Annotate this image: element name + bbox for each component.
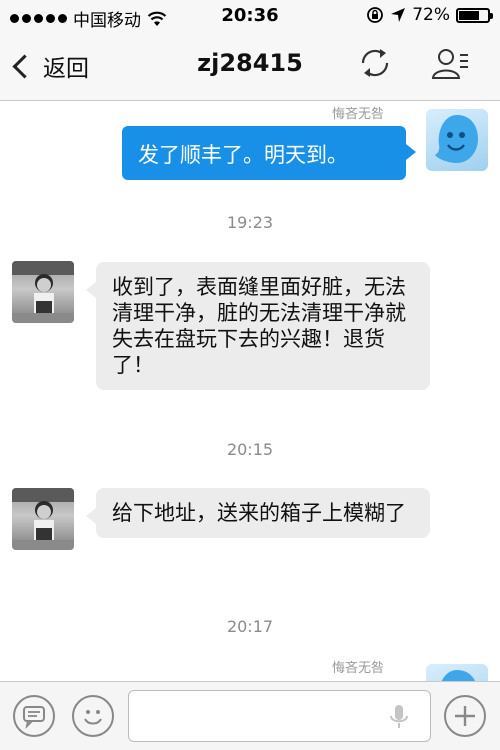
outgoing-message[interactable]: 发了顺丰了。明天到。: [122, 126, 416, 180]
message-timestamp: 20:17: [226, 617, 274, 636]
microphone-icon[interactable]: [387, 703, 411, 731]
chat-area[interactable]: 悔吝无咎 发了顺丰了。明天到。 19:23 收到了，表面缝里面好脏，无法清理干净…: [0, 101, 500, 726]
navigation-bar: 返回 zj28415: [0, 34, 500, 101]
rotation-lock-icon: [367, 7, 384, 23]
contact-avatar[interactable]: [12, 261, 74, 323]
contact-card-icon[interactable]: [430, 43, 470, 83]
message-timestamp: 20:15: [226, 440, 274, 459]
refresh-icon[interactable]: [355, 43, 395, 83]
emoji-icon[interactable]: [72, 695, 114, 737]
sender-nickname: 悔吝无咎: [332, 107, 385, 122]
incoming-message[interactable]: 给下地址，送来的箱子上模糊了: [86, 488, 430, 538]
battery-percent: 72%: [412, 5, 450, 25]
child-photo: [12, 261, 74, 323]
battery-icon: [456, 7, 493, 23]
input-bar: [0, 681, 500, 750]
chat-bubble-icon[interactable]: [13, 695, 55, 737]
child-photo: [12, 488, 74, 550]
incoming-message[interactable]: 收到了，表面缝里面好脏，无法清理干净，脏的无法清理干净就失去在盘玩下去的兴趣！退…: [86, 262, 430, 390]
battery-fill: [459, 10, 480, 20]
qq-penguin-icon: [435, 115, 478, 163]
message-timestamp: 19:23: [226, 213, 274, 232]
self-avatar[interactable]: [426, 109, 488, 171]
contact-avatar[interactable]: [12, 488, 74, 550]
sender-nickname: 悔吝无咎: [332, 661, 385, 676]
location-icon: [391, 8, 406, 22]
message-input[interactable]: [128, 690, 431, 742]
plus-icon[interactable]: [444, 695, 486, 737]
status-right: 72%: [366, 5, 493, 25]
status-bar: 中国移动 20:36 72%: [0, 0, 500, 34]
page-title: zj28415: [197, 49, 303, 77]
